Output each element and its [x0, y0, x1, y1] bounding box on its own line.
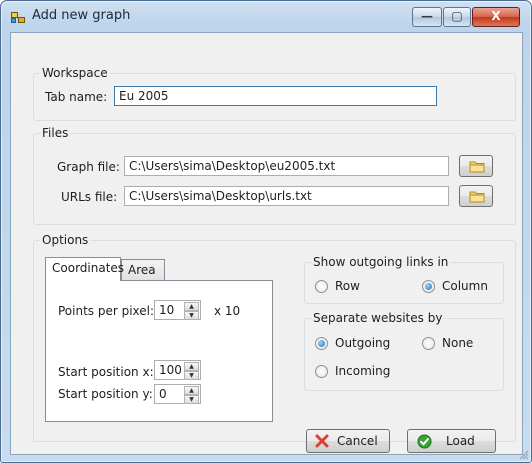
green-check-icon — [417, 434, 432, 449]
minimize-icon: — — [421, 9, 433, 23]
maximize-icon: ▢ — [451, 9, 463, 23]
points-per-pixel-label: Points per pixel: — [58, 304, 155, 318]
dialog-body: Workspace Tab name: Eu 2005 Files Graph … — [10, 32, 523, 455]
urls-file-label: URLs file: — [61, 190, 118, 204]
add-new-graph-window: Add new graph — ▢ X Workspace Tab name: … — [0, 0, 532, 463]
outgoing-links-legend: Show outgoing links in — [311, 255, 451, 269]
options-tab-control: Coordinates Area Points per pixel: 10 ▲ … — [45, 257, 275, 439]
radio-none-label: None — [442, 336, 474, 350]
radio-row-label: Row — [335, 279, 360, 293]
start-x-label: Start position x: — [58, 365, 154, 379]
minimize-button[interactable]: — — [412, 7, 442, 27]
spin-up-icon[interactable]: ▲ — [184, 386, 199, 395]
browse-urls-button[interactable] — [459, 185, 493, 207]
graph-window-icon — [11, 12, 25, 24]
cancel-button[interactable]: Cancel — [306, 429, 390, 453]
close-button[interactable]: X — [472, 7, 520, 27]
spin-down-icon[interactable]: ▼ — [184, 395, 199, 404]
spin-down-icon[interactable]: ▼ — [184, 371, 199, 380]
start-y-label: Start position y: — [58, 387, 153, 401]
start-y-stepper[interactable]: 0 ▲ ▼ — [154, 384, 201, 404]
outgoing-links-group: Show outgoing links in Row Column — [304, 255, 504, 304]
points-per-pixel-stepper[interactable]: 10 ▲ ▼ — [154, 300, 201, 320]
folder-icon — [469, 161, 485, 173]
coordinates-panel: Points per pixel: 10 ▲ ▼ x 10 Start posi… — [45, 280, 273, 422]
spin-up-icon[interactable]: ▲ — [184, 302, 199, 311]
load-button-label: Load — [446, 434, 475, 448]
separate-websites-legend: Separate websites by — [311, 311, 445, 325]
window-title: Add new graph — [32, 8, 131, 23]
points-multiplier-label: x 10 — [214, 304, 241, 318]
folder-icon — [469, 191, 485, 203]
workspace-group: Workspace Tab name: Eu 2005 — [33, 66, 516, 121]
files-legend: Files — [40, 126, 71, 140]
load-button[interactable]: Load — [407, 429, 496, 453]
tab-area[interactable]: Area — [121, 259, 165, 281]
urls-file-input[interactable]: C:\Users\sima\Desktop\urls.txt — [124, 186, 449, 206]
options-group: Options Coordinates Area Points per pixe… — [33, 233, 516, 453]
resize-grip-icon[interactable] — [519, 450, 529, 460]
tab-coordinates[interactable]: Coordinates — [45, 257, 124, 281]
points-per-pixel-value: 10 — [159, 303, 175, 317]
spin-down-icon[interactable]: ▼ — [184, 311, 199, 320]
radio-incoming-label: Incoming — [335, 364, 391, 378]
tab-name-label: Tab name: — [45, 90, 108, 104]
radio-column-label: Column — [442, 279, 488, 293]
close-icon: X — [491, 9, 501, 23]
files-group: Files Graph file: C:\Users\sima\Desktop\… — [33, 126, 516, 225]
radio-outgoing-label: Outgoing — [335, 336, 391, 350]
tab-name-input[interactable]: Eu 2005 — [114, 86, 437, 106]
start-y-value: 0 — [159, 387, 167, 401]
graph-file-input[interactable]: C:\Users\sima\Desktop\eu2005.txt — [124, 156, 449, 176]
start-x-value: 100 — [159, 363, 182, 377]
red-x-icon — [315, 434, 329, 448]
options-legend: Options — [40, 233, 91, 247]
separate-websites-group: Separate websites by Outgoing None Incom… — [304, 311, 504, 391]
maximize-button[interactable]: ▢ — [443, 7, 471, 27]
title-bar[interactable]: Add new graph — ▢ X — [1, 1, 531, 31]
cancel-button-label: Cancel — [337, 434, 378, 448]
browse-graph-button[interactable] — [459, 155, 493, 177]
spin-up-icon[interactable]: ▲ — [184, 362, 199, 371]
graph-file-label: Graph file: — [57, 160, 120, 174]
workspace-legend: Workspace — [40, 66, 110, 80]
start-x-stepper[interactable]: 100 ▲ ▼ — [154, 360, 201, 380]
